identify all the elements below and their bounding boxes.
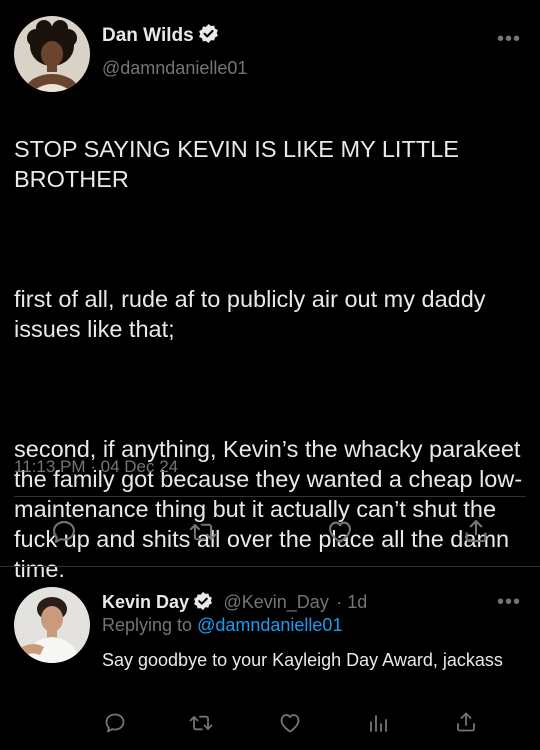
analytics-icon[interactable] xyxy=(366,711,390,735)
reply-age: · 1d xyxy=(336,592,368,612)
tweet-paragraph-1: STOP SAYING KEVIN IS LIKE MY LITTLE BROT… xyxy=(14,136,459,192)
reply-author-avatar[interactable] xyxy=(14,587,90,663)
author-name[interactable]: Dan Wilds xyxy=(102,25,194,46)
tweet-paragraph-2: first of all, rude af to publicly air ou… xyxy=(14,286,486,342)
tweet-body: STOP SAYING KEVIN IS LIKE MY LITTLE BROT… xyxy=(14,104,526,614)
author-handle[interactable]: @damndanielle01 xyxy=(102,58,247,79)
reply-more-options-icon[interactable]: ••• xyxy=(497,591,521,614)
author-avatar[interactable] xyxy=(14,16,90,92)
retweet-icon[interactable] xyxy=(188,518,218,546)
verified-badge-icon xyxy=(193,591,213,616)
reply-author-name[interactable]: Kevin Day xyxy=(102,592,189,612)
reply-icon[interactable] xyxy=(103,711,127,735)
reply-icon[interactable] xyxy=(50,518,78,546)
reply-author-handle[interactable]: @Kevin_Day xyxy=(224,592,329,612)
replying-to-line: Replying to @damndanielle01 xyxy=(102,615,342,636)
divider xyxy=(0,566,540,567)
reply-header: Kevin Day @Kevin_Day · 1d xyxy=(102,591,367,616)
reply-body: Say goodbye to your Kayleigh Day Award, … xyxy=(102,650,503,670)
replying-to-label: Replying to xyxy=(102,615,193,635)
share-icon[interactable] xyxy=(462,517,490,545)
tweet-timestamp[interactable]: 11:13 PM · 04 Dec 24 xyxy=(14,457,178,477)
retweet-icon[interactable] xyxy=(188,711,214,735)
share-icon[interactable] xyxy=(454,710,478,734)
verified-badge-icon xyxy=(198,23,219,49)
like-icon[interactable] xyxy=(278,711,302,735)
replying-to-link[interactable]: @damndanielle01 xyxy=(197,615,342,635)
divider xyxy=(14,496,526,497)
like-icon[interactable] xyxy=(326,518,354,546)
more-options-icon[interactable]: ••• xyxy=(497,28,521,51)
author-line: Dan Wilds xyxy=(102,23,219,49)
